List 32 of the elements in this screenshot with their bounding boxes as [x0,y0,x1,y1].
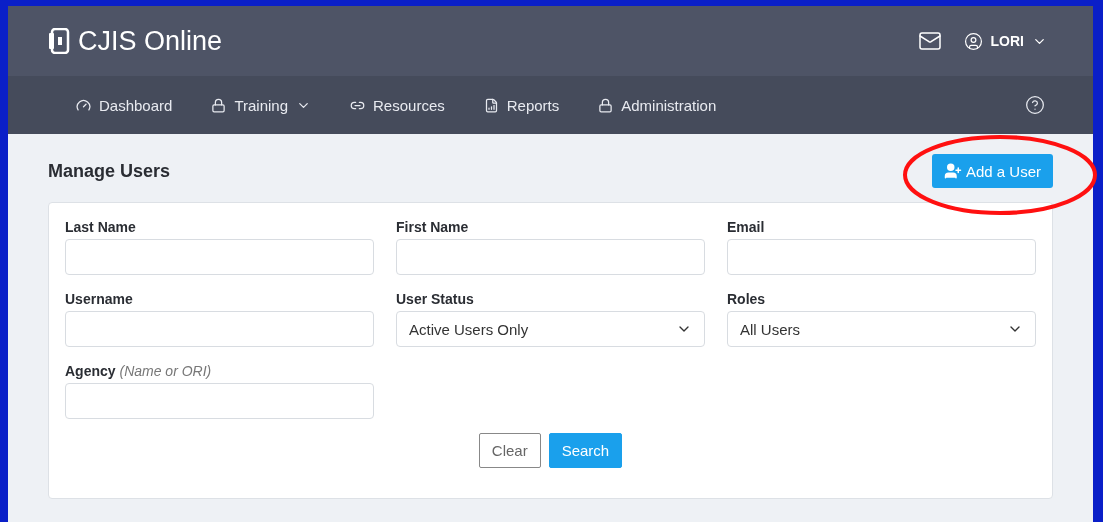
page-title: Manage Users [48,160,171,182]
nav-link[interactable]: Dashboard [76,96,173,114]
input-field[interactable] [396,239,705,275]
input-field[interactable] [727,239,1036,275]
field-label: First Name [396,219,470,235]
field-label: Last Name [65,219,137,235]
add-user-icon [943,162,962,180]
logo[interactable]: CJIS Online [48,25,223,57]
field-label: Agency (Name or ORI) [65,363,213,379]
field-label: Username [65,291,134,307]
input-field[interactable] [65,383,374,419]
input-field[interactable] [65,311,374,347]
logo-icon [48,28,72,54]
user-menu[interactable]: LORI [963,31,1047,51]
lock-icon [598,97,614,113]
help-icon[interactable] [1025,95,1045,115]
field-label: Roles [727,291,767,307]
gauge-icon [76,97,91,113]
nav-link[interactable]: Administration [598,96,717,114]
field-label: Email [727,219,766,235]
document-chart-icon [483,97,499,113]
user-icon [963,31,983,51]
nav-link[interactable]: Training [211,96,312,114]
select-field[interactable]: All Users [727,311,1036,347]
lock-icon [211,97,227,113]
nav-link[interactable]: Reports [483,96,560,114]
select-field[interactable]: Active Users Only [396,311,705,347]
field-label: User Status [396,291,475,307]
nav-link[interactable]: Resources [350,96,445,114]
input-field[interactable] [65,239,374,275]
mail-icon[interactable] [917,29,942,53]
clear-button[interactable]: Clear [478,433,541,468]
